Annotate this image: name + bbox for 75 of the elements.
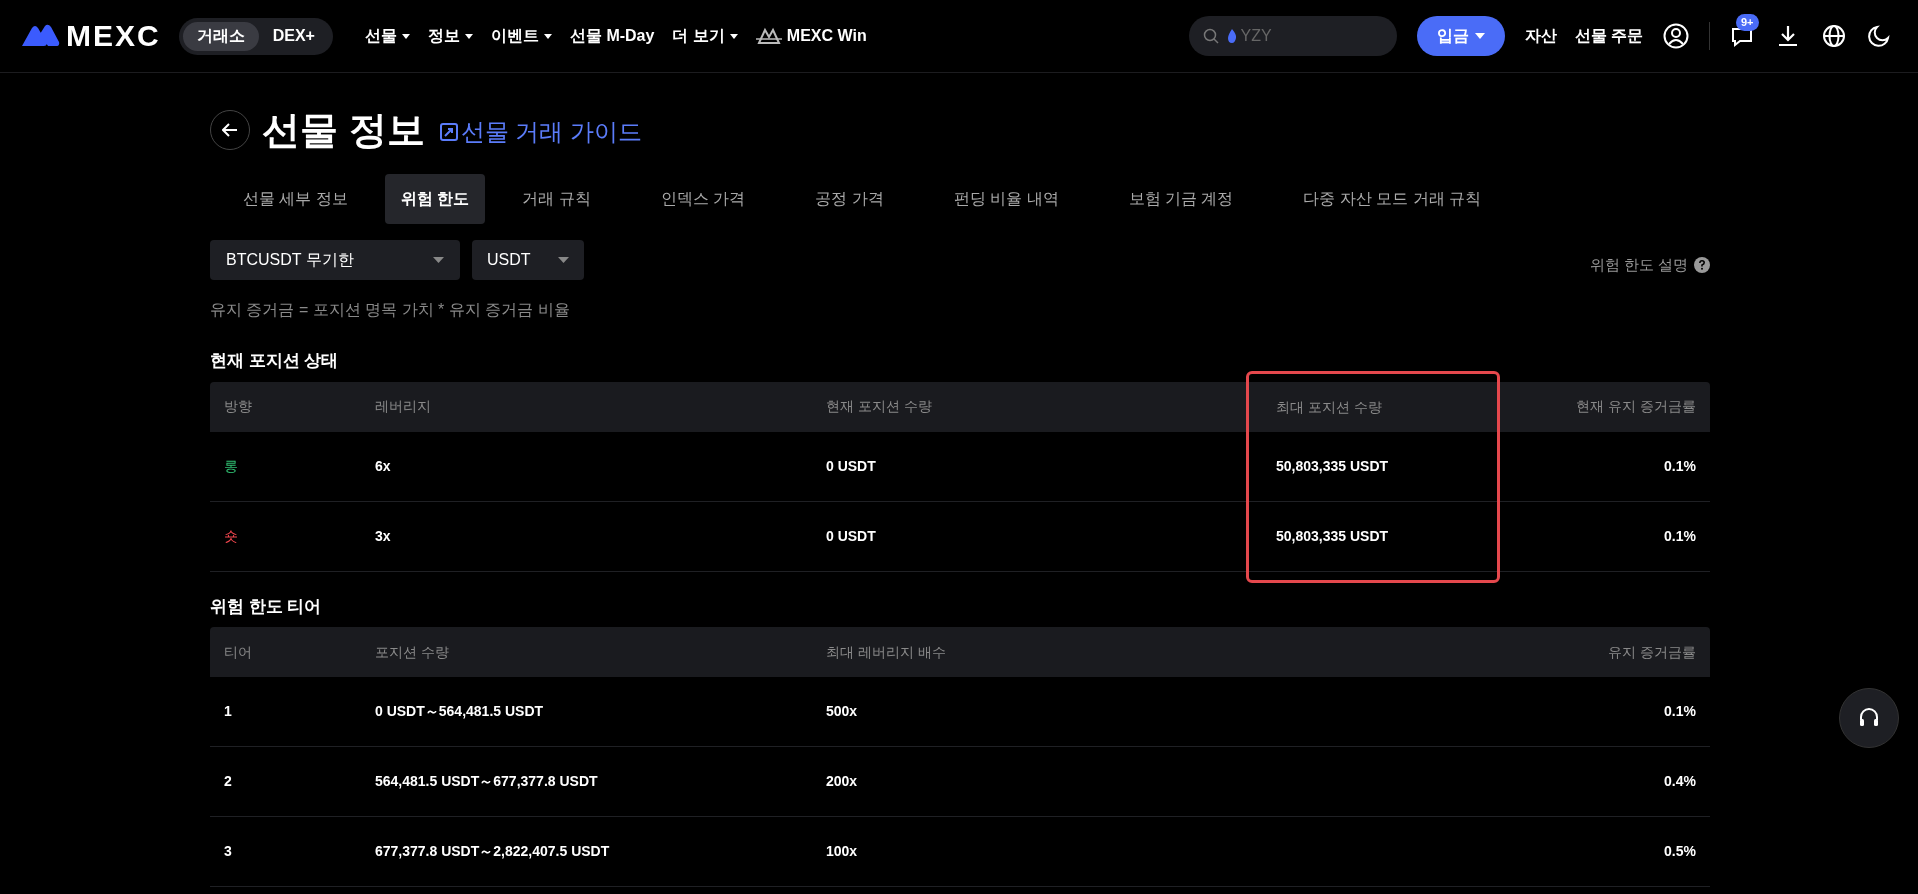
- nav-link[interactable]: 이벤트: [490, 24, 552, 48]
- table-cell-text: 500x: [826, 702, 859, 721]
- page-title: 선물 정보: [262, 111, 425, 149]
- nav-link[interactable]: 선물 M-Day: [569, 24, 655, 48]
- column-header: 최대 포지션 수량: [1276, 398, 1382, 415]
- notification-badge: 9+: [1736, 14, 1759, 31]
- table-cell-text: 0.1%: [1663, 702, 1696, 721]
- help-link[interactable]: 위험 한도 설명: [1589, 253, 1710, 277]
- nav-link[interactable]: MEXC Win: [755, 24, 867, 48]
- deposit-button[interactable]: 입금: [1416, 16, 1505, 56]
- trophy-icon: [755, 27, 782, 45]
- table-cell-text: 0.1%: [1663, 456, 1696, 476]
- moon-icon[interactable]: [1868, 25, 1890, 47]
- formula-text: 유지 증거금 = 포지션 명목 가치 * 유지 증거금 비율: [210, 300, 571, 320]
- tab[interactable]: 선물 세부 정보: [210, 174, 381, 224]
- search-field[interactable]: YZY: [1188, 16, 1397, 56]
- section-title: 현재 포지션 상태: [210, 350, 340, 372]
- guide-link[interactable]: 선물 거래 가이드: [438, 114, 642, 150]
- column-header: 티어: [224, 642, 253, 662]
- column-header: 레버리지: [375, 397, 432, 416]
- table-cell-text: 3: [224, 842, 233, 861]
- table-cell-text: 0 USDT: [826, 526, 877, 546]
- table-cell-text: 50,803,335 USDT: [1276, 456, 1390, 476]
- column-header: 현재 유지 증거금률: [1575, 397, 1696, 416]
- caret-icon: [433, 257, 444, 263]
- table-cell-text: 677,377.8 USDT～2,822,407.5 USDT: [375, 842, 611, 861]
- mode-tab[interactable]: DEX+: [258, 21, 329, 51]
- nav-link[interactable]: 더 보기: [672, 24, 738, 48]
- logo-icon[interactable]: [20, 24, 60, 48]
- column-header: 유지 증거금률: [1607, 642, 1696, 662]
- column-header: 최대 레버리지 배수: [826, 642, 947, 662]
- column-header: 포지션 수량: [375, 642, 450, 662]
- table-cell-text: 2: [224, 772, 233, 791]
- caret-icon: [1474, 33, 1485, 39]
- arrow-left-icon: [222, 123, 238, 137]
- tab[interactable]: 위험 한도: [384, 174, 486, 224]
- table-cell-text: 564,481.5 USDT～677,377.8 USDT: [375, 772, 599, 791]
- caret-icon: [558, 257, 569, 263]
- question-icon: [1694, 257, 1710, 273]
- tab[interactable]: 보험 기금 계정: [1095, 174, 1267, 224]
- table-cell-text: 100x: [826, 842, 859, 861]
- download-icon[interactable]: [1776, 24, 1800, 48]
- side-label: 숏: [224, 526, 239, 546]
- nav-link[interactable]: 선물: [364, 24, 410, 48]
- tab[interactable]: 다중 자산 모드 거래 규칙: [1270, 174, 1515, 224]
- document-icon: [438, 122, 459, 142]
- logo-text[interactable]: MEXC: [66, 21, 161, 51]
- currency-select[interactable]: USDT: [472, 240, 584, 280]
- tab[interactable]: 펀딩 비율 내역: [920, 174, 1092, 224]
- table-cell-text: 1: [224, 702, 233, 721]
- table-cell-text: 0.1%: [1663, 526, 1696, 546]
- table-cell-text: 0 USDT: [826, 456, 877, 476]
- tab[interactable]: 거래 규칙: [489, 174, 624, 224]
- header-link[interactable]: 선물 주문: [1574, 24, 1643, 48]
- column-header: 현재 포지션 수량: [826, 397, 933, 416]
- table-cell-text: 50,803,335 USDT: [1276, 526, 1390, 546]
- table-cell-text: 0.5%: [1663, 842, 1696, 861]
- column-header: 방향: [224, 397, 253, 416]
- contract-select[interactable]: BTCUSDT 무기한: [210, 240, 460, 280]
- mode-tab[interactable]: 거래소: [182, 21, 259, 51]
- table-cell-text: 3x: [375, 526, 392, 546]
- table-cell-text: 0 USDT～564,481.5 USDT: [375, 702, 545, 721]
- tab[interactable]: 공정 가격: [782, 174, 917, 224]
- side-label: 롱: [224, 456, 239, 476]
- table-cell-text: 200x: [826, 772, 859, 791]
- nav-link[interactable]: 정보: [427, 24, 473, 48]
- flame-icon: [1226, 29, 1237, 43]
- tab[interactable]: 인덱스 가격: [627, 174, 779, 224]
- header-link[interactable]: 자산: [1524, 24, 1557, 48]
- user-icon[interactable]: [1663, 23, 1689, 49]
- table-cell-text: 0.4%: [1663, 772, 1696, 791]
- table-cell-text: 6x: [375, 456, 392, 476]
- globe-icon[interactable]: [1822, 24, 1846, 48]
- search-icon: [1202, 28, 1219, 44]
- section-title: 위험 한도 티어: [210, 595, 323, 618]
